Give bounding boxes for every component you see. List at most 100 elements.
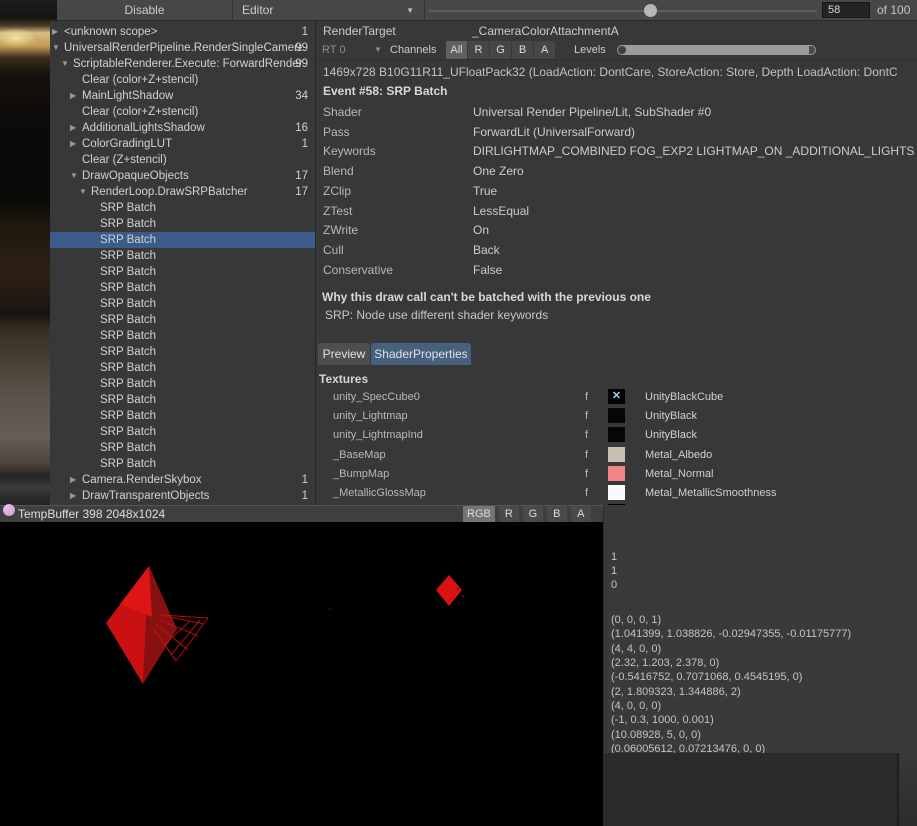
texture-flag: f: [585, 408, 588, 424]
srp-batch-row[interactable]: SRP Batch: [50, 280, 315, 296]
tree-row[interactable]: ▼ScriptableRenderer.Execute: ForwardRend…: [50, 56, 315, 72]
tree-row[interactable]: ▶AdditionalLightsShadow16: [50, 120, 315, 136]
tree-row-count: 17: [295, 168, 308, 184]
vector-value: (-0.5416752, 0.7071068, 0.4545195, 0): [611, 671, 802, 683]
editor-background: [603, 753, 917, 826]
channel-b-button[interactable]: B: [512, 41, 533, 59]
tree-row-label: SRP Batch: [100, 456, 156, 472]
srp-batch-row[interactable]: SRP Batch: [50, 328, 315, 344]
preview-titlebar[interactable]: TempBuffer 398 2048x1024 RGBRGBA: [0, 505, 603, 522]
levels-slider[interactable]: [617, 45, 816, 55]
expand-arrow-icon[interactable]: ▶: [70, 488, 76, 504]
expand-arrow-icon[interactable]: ▶: [52, 24, 58, 40]
srp-batch-row[interactable]: SRP Batch: [50, 296, 315, 312]
tree-row-label: <unknown scope>: [64, 24, 157, 40]
frame-slider-knob[interactable]: [644, 4, 657, 17]
preview-canvas[interactable]: [0, 522, 603, 826]
state-label: Cull: [323, 241, 344, 259]
preview-channel-rgb-button[interactable]: RGB: [463, 506, 495, 523]
shader-values-panel: 110(0, 0, 0, 1)(1.041399, 1.038826, -0.0…: [603, 505, 917, 753]
tree-row[interactable]: Clear (Z+stencil): [50, 152, 315, 168]
texture-flag: f: [585, 427, 588, 443]
expand-arrow-icon[interactable]: ▶: [70, 88, 76, 104]
srp-batch-row[interactable]: SRP Batch: [50, 392, 315, 408]
texture-row[interactable]: _MetallicGlossMapfMetal_MetallicSmoothne…: [316, 485, 917, 502]
channel-buttons: AllRGBA: [446, 41, 556, 59]
srp-batch-row[interactable]: SRP Batch: [50, 424, 315, 440]
tree-row-count: 1: [302, 136, 308, 152]
channels-row: RT 0 ▼ Channels AllRGBA Levels: [316, 41, 917, 60]
frame-number-input[interactable]: 58: [822, 2, 870, 18]
vector-value: (4, 0, 0, 0): [611, 700, 661, 712]
state-label: Shader: [323, 103, 362, 121]
srp-batch-row[interactable]: SRP Batch: [50, 344, 315, 360]
srp-batch-row[interactable]: SRP Batch: [50, 232, 315, 248]
channel-all-button[interactable]: All: [446, 41, 467, 59]
srp-batch-row[interactable]: SRP Batch: [50, 440, 315, 456]
preview-channel-g-button[interactable]: G: [523, 506, 543, 523]
collapse-arrow-icon[interactable]: ▼: [70, 168, 78, 184]
vector-value: (10.08928, 5, 0, 0): [611, 729, 701, 741]
chevron-down-icon: ▼: [406, 0, 414, 21]
channel-g-button[interactable]: G: [490, 41, 511, 59]
tree-row[interactable]: ▼UniversalRenderPipeline.RenderSingleCam…: [50, 40, 315, 56]
channels-label: Channels: [390, 41, 436, 59]
rt-index-dropdown[interactable]: RT 0: [322, 41, 345, 59]
expand-arrow-icon[interactable]: ▶: [70, 472, 76, 488]
expand-arrow-icon[interactable]: ▶: [70, 136, 76, 152]
texture-dot-icon: [3, 504, 15, 516]
tree-row[interactable]: ▶MainLightShadow34: [50, 88, 315, 104]
texture-property-name: unity_LightmapInd: [333, 427, 423, 443]
frame-slider[interactable]: [429, 10, 817, 12]
tree-row[interactable]: Clear (color+Z+stencil): [50, 104, 315, 120]
srp-batch-row[interactable]: SRP Batch: [50, 264, 315, 280]
tree-row-label: SRP Batch: [100, 264, 156, 280]
disable-button[interactable]: Disable: [57, 0, 233, 21]
srp-batch-row[interactable]: SRP Batch: [50, 312, 315, 328]
tree-row[interactable]: Clear (color+Z+stencil): [50, 72, 315, 88]
shader-state-row: KeywordsDIRLIGHTMAP_COMBINED FOG_EXP2 LI…: [316, 142, 917, 160]
state-value: Universal Render Pipeline/Lit, SubShader…: [473, 103, 711, 121]
tree-row[interactable]: ▼RenderLoop.DrawSRPBatcher17: [50, 184, 315, 200]
srp-batch-row[interactable]: SRP Batch: [50, 376, 315, 392]
preview-channel-a-button[interactable]: A: [571, 506, 591, 523]
tree-row-label: Clear (color+Z+stencil): [82, 104, 198, 120]
frame-total-label: of 100: [877, 3, 910, 17]
tab-preview[interactable]: Preview: [318, 343, 370, 365]
texture-property-name: unity_SpecCube0: [333, 389, 420, 405]
channel-a-button[interactable]: A: [534, 41, 555, 59]
tab-shader-properties[interactable]: ShaderProperties: [371, 343, 471, 365]
srp-batch-row[interactable]: SRP Batch: [50, 456, 315, 472]
event-details-panel: RenderTarget _CameraColorAttachmentA RT …: [316, 21, 917, 505]
texture-row[interactable]: _BumpMapfMetal_Normal: [316, 466, 917, 483]
shader-state-row: BlendOne Zero: [316, 162, 917, 180]
texture-row[interactable]: unity_LightmapIndfUnityBlack: [316, 427, 917, 444]
expand-arrow-icon[interactable]: ▶: [70, 120, 76, 136]
editor-dropdown[interactable]: Editor ▼: [234, 0, 425, 21]
preview-channel-b-button[interactable]: B: [547, 506, 567, 523]
vector-value: (0, 0, 0, 1): [611, 614, 661, 626]
srp-batch-row[interactable]: SRP Batch: [50, 408, 315, 424]
tree-row[interactable]: ▶<unknown scope>1: [50, 24, 315, 40]
collapse-arrow-icon[interactable]: ▼: [52, 40, 60, 56]
tree-row[interactable]: ▶ColorGradingLUT1: [50, 136, 315, 152]
texture-row[interactable]: unity_LightmapfUnityBlack: [316, 408, 917, 425]
tree-row[interactable]: ▼DrawOpaqueObjects17: [50, 168, 315, 184]
srp-batch-row[interactable]: SRP Batch: [50, 200, 315, 216]
tree-row[interactable]: ▶Camera.RenderSkybox1: [50, 472, 315, 488]
tree-row[interactable]: ▶DrawTransparentObjects1: [50, 488, 315, 504]
srp-batch-row[interactable]: SRP Batch: [50, 360, 315, 376]
preview-channel-r-button[interactable]: R: [499, 506, 519, 523]
collapse-arrow-icon[interactable]: ▼: [79, 184, 87, 200]
texture-row[interactable]: unity_SpecCube0f✕UnityBlackCube: [316, 389, 917, 406]
texture-property-name: _BaseMap: [333, 447, 386, 463]
srp-batch-row[interactable]: SRP Batch: [50, 248, 315, 264]
channel-r-button[interactable]: R: [468, 41, 489, 59]
texture-row[interactable]: _BaseMapfMetal_Albedo: [316, 447, 917, 464]
state-label: Pass: [323, 123, 350, 141]
collapse-arrow-icon[interactable]: ▼: [61, 56, 69, 72]
state-value: One Zero: [473, 162, 524, 180]
srp-batch-row[interactable]: SRP Batch: [50, 216, 315, 232]
tree-row-label: SRP Batch: [100, 328, 156, 344]
state-value: LessEqual: [473, 202, 529, 220]
